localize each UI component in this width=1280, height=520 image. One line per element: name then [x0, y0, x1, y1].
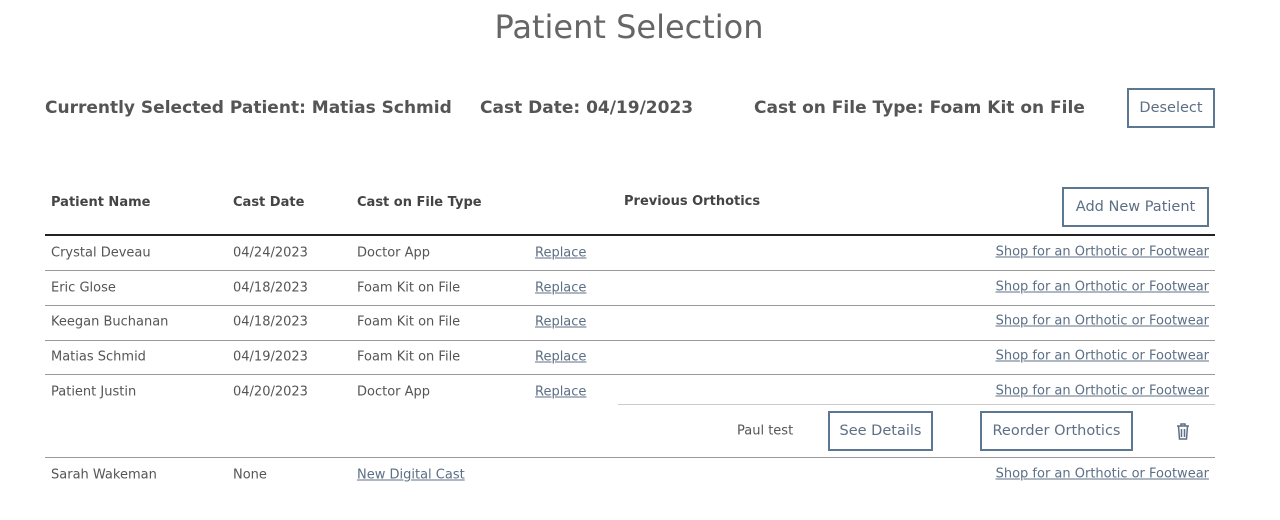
header-cast-type: Cast on File Type	[357, 195, 482, 210]
cast-date: 04/24/2023	[233, 245, 308, 261]
patient-name: Keegan Buchanan	[51, 314, 169, 330]
replace-link[interactable]: Replace	[535, 385, 586, 400]
reorder-orthotics-button[interactable]: Reorder Orthotics	[980, 411, 1133, 451]
shop-link[interactable]: Shop for an Orthotic or Footwear	[996, 280, 1209, 295]
cast-type: Foam Kit on File	[357, 280, 461, 296]
row-divider	[45, 270, 1215, 271]
header-previous-orthotics: Previous Orthotics	[624, 194, 761, 209]
cast-date: 04/18/2023	[233, 280, 308, 296]
shop-link[interactable]: Shop for an Orthotic or Footwear	[996, 314, 1209, 329]
page-title: Patient Selection	[494, 8, 764, 46]
row-divider	[45, 457, 1215, 458]
selected-patient: Currently Selected Patient: Matias Schmi…	[45, 98, 452, 118]
replace-link[interactable]: Replace	[535, 350, 586, 365]
header-patient-name: Patient Name	[51, 195, 151, 210]
cast-type: Doctor App	[357, 245, 431, 261]
shop-link[interactable]: Shop for an Orthotic or Footwear	[996, 245, 1209, 260]
orthotic-name: Paul test	[737, 423, 794, 439]
cast-date: 04/18/2023	[233, 314, 308, 330]
row-divider	[45, 305, 1215, 306]
row-divider	[45, 374, 1215, 375]
patient-name: Crystal Deveau	[51, 245, 151, 261]
row-divider	[45, 340, 1215, 341]
replace-link[interactable]: Replace	[535, 281, 586, 296]
replace-link[interactable]: Replace	[535, 246, 586, 261]
patient-name: Sarah Wakeman	[51, 467, 157, 483]
patient-name: Matias Schmid	[51, 349, 146, 365]
selected-cast-date: Cast Date: 04/19/2023	[480, 98, 694, 118]
add-new-patient-button[interactable]: Add New Patient	[1062, 187, 1209, 227]
patient-name: Eric Glose	[51, 280, 116, 296]
shop-link[interactable]: Shop for an Orthotic or Footwear	[996, 349, 1209, 364]
row-divider	[618, 404, 1215, 405]
see-details-button[interactable]: See Details	[828, 411, 933, 451]
cast-type: Foam Kit on File	[357, 349, 461, 365]
shop-link[interactable]: Shop for an Orthotic or Footwear	[996, 467, 1209, 482]
shop-link[interactable]: Shop for an Orthotic or Footwear	[996, 384, 1209, 399]
replace-link[interactable]: Replace	[535, 315, 586, 330]
cast-type: Foam Kit on File	[357, 314, 461, 330]
trash-icon[interactable]	[1175, 422, 1191, 440]
selected-cast-type: Cast on File Type: Foam Kit on File	[754, 98, 1085, 118]
cast-type: Doctor App	[357, 384, 431, 400]
cast-date: None	[233, 467, 267, 483]
new-digital-cast-link[interactable]: New Digital Cast	[357, 468, 465, 483]
patient-name: Patient Justin	[51, 384, 137, 400]
cast-date: 04/19/2023	[233, 349, 308, 365]
deselect-button[interactable]: Deselect	[1127, 88, 1215, 128]
header-cast-date: Cast Date	[233, 195, 305, 210]
cast-date: 04/20/2023	[233, 384, 308, 400]
